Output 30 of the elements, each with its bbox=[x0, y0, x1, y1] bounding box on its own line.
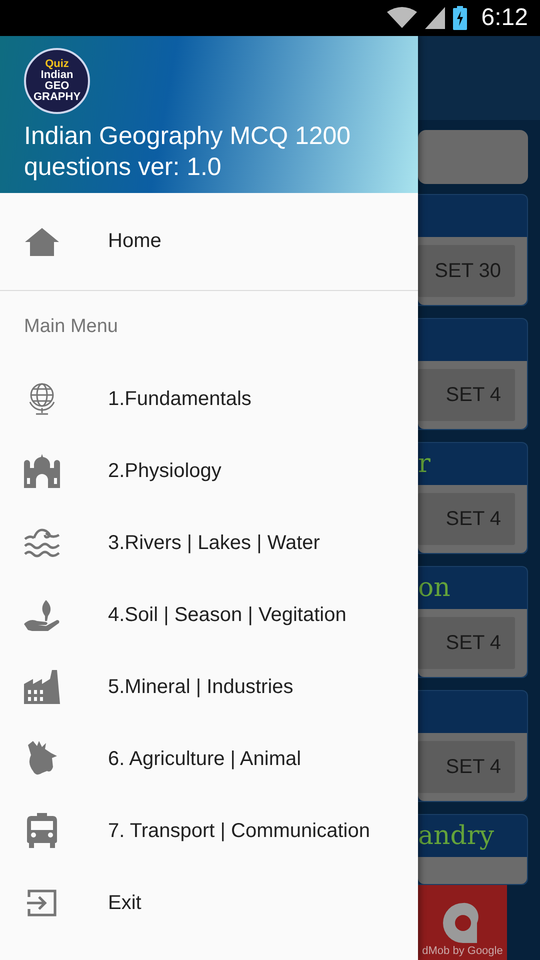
menu-item[interactable]: 4.Soil | Season | Vegitation bbox=[0, 579, 418, 651]
battery-icon bbox=[453, 6, 468, 30]
home-item[interactable]: Home bbox=[0, 193, 418, 291]
menu-item[interactable]: Exit bbox=[0, 867, 418, 939]
wifi-icon bbox=[387, 7, 418, 29]
card-title: on bbox=[418, 573, 450, 603]
mosque-icon bbox=[24, 454, 60, 488]
menu-item[interactable]: 2.Physiology bbox=[0, 435, 418, 507]
globe-icon bbox=[27, 382, 57, 416]
status-time: 6:12 bbox=[481, 4, 528, 32]
menu-item[interactable]: 5.Mineral | Industries bbox=[0, 651, 418, 723]
app-logo: Quiz Indian GEO GRAPHY bbox=[24, 48, 90, 114]
search-field[interactable] bbox=[418, 130, 528, 184]
exit-icon bbox=[27, 889, 57, 917]
card-title: andry bbox=[418, 821, 494, 851]
ad-banner[interactable]: dMob by Google bbox=[418, 885, 507, 960]
menu-item[interactable]: 7. Transport | Communication bbox=[0, 795, 418, 867]
bus-icon bbox=[27, 813, 57, 849]
card-title: r bbox=[418, 449, 430, 479]
home-icon bbox=[25, 228, 59, 256]
app-title: Indian Geography MCQ 1200 questions ver: 1.0 bbox=[24, 121, 352, 183]
section-header: Main Menu bbox=[23, 315, 119, 339]
factory-icon bbox=[24, 670, 60, 704]
menu-item[interactable]: 1.Fundamentals bbox=[0, 363, 418, 435]
ad-text: dMob by Google bbox=[422, 945, 503, 959]
menu-item[interactable]: 3.Rivers | Lakes | Water bbox=[0, 507, 418, 579]
hand-plant-icon bbox=[24, 598, 60, 632]
waves-icon bbox=[24, 527, 60, 559]
signal-icon bbox=[425, 7, 446, 29]
menu-item[interactable]: 6. Agriculture | Animal bbox=[0, 723, 418, 795]
